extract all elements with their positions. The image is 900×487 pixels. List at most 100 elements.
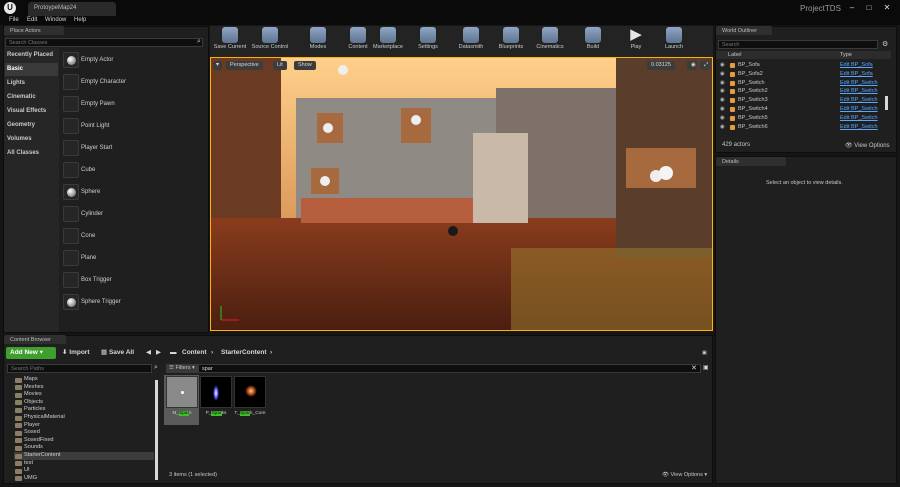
category-volumes[interactable]: Volumes [5,133,58,146]
details-tab[interactable]: Details [716,157,786,166]
actor-plane[interactable]: Plane [59,248,208,270]
folder-scrollbar[interactable] [155,380,158,480]
blueprints-button[interactable]: Blueprints [491,26,531,57]
folder-item[interactable]: Player [14,422,154,430]
outliner-row-type[interactable]: Edit BP_Switch [840,105,878,114]
outliner-row[interactable]: ◉ BP_Switch4 Edit BP_Switch [716,105,891,114]
outliner-row-type[interactable]: Edit BP_Switch [840,114,878,123]
visibility-eye-icon[interactable]: ◉ [720,61,725,70]
category-lights[interactable]: Lights [5,77,58,90]
visibility-eye-icon[interactable]: ◉ [720,70,725,79]
outliner-row-type[interactable]: Edit BP_Switch [840,123,878,132]
folder-item[interactable]: StarterContent [14,452,154,460]
viewport-menu-button[interactable]: ▾ [213,61,222,70]
minimize-icon[interactable]: – [845,3,859,13]
level-tab[interactable]: ProtoypeMap24 [28,2,116,16]
actor-cylinder[interactable]: Cylinder [59,204,208,226]
category-all-classes[interactable]: All Classes [5,147,58,160]
add-new-button[interactable]: Add New ▾ [6,347,56,359]
show-button[interactable]: Show [294,61,316,70]
modes-button[interactable]: Modes [298,26,338,57]
launch-button[interactable]: Launch [654,26,694,57]
marketplace-button[interactable]: Marketplace [368,26,408,57]
actor-point-light[interactable]: Point Light [59,116,208,138]
outliner-row-type[interactable]: Edit BP_Switch [840,87,878,96]
lit-button[interactable]: Lit [273,61,287,70]
search-paths-input[interactable]: Search Paths [7,364,152,373]
breadcrumb-arrow-icon[interactable]: › [270,347,272,359]
outliner-row[interactable]: ◉ BP_Switch5 Edit BP_Switch [716,114,891,123]
forward-arrow-icon[interactable]: ▶ [156,347,161,359]
content-browser-tab[interactable]: Content Browser [4,335,66,344]
asset-thumbnail-particle[interactable] [200,376,232,408]
category-cinematic[interactable]: Cinematic [5,91,58,104]
asset-thumbnail-material[interactable] [166,376,198,408]
folder-item[interactable]: PhysicalMaterial [14,414,154,422]
outliner-row-type[interactable]: Edit BP_Sofa [840,61,873,70]
datasmith-button[interactable]: Datasmith [451,26,491,57]
col-type[interactable]: Type [840,51,852,59]
visibility-eye-icon[interactable]: ◉ [720,123,725,132]
camera-speed-icon[interactable]: ◉ [687,61,697,70]
outliner-settings-icon[interactable]: ⚙ [882,40,888,48]
menu-help[interactable]: Help [74,16,86,25]
actor-sphere-trigger[interactable]: Sphere Trigger [59,292,208,314]
actor-box-trigger[interactable]: Box Trigger [59,270,208,292]
folder-item[interactable]: Meshes [14,384,154,392]
category-basic[interactable]: Basic [5,63,58,76]
folder-item[interactable]: SosedFixed [14,437,154,445]
breadcrumb-starter-content[interactable]: StarterContent [221,347,267,359]
build-button[interactable]: Build [573,26,613,57]
world-outliner-tab[interactable]: World Outliner [716,26,772,35]
folder-item[interactable]: Objects [14,399,154,407]
menu-file[interactable]: File [9,16,19,25]
folder-item[interactable]: Sosed [14,429,154,437]
menu-window[interactable]: Window [45,16,66,25]
folder-item[interactable]: UI [14,467,154,475]
outliner-row-type[interactable]: Edit BP_Sofa [840,70,873,79]
folder-item[interactable]: UMG [14,475,154,483]
outliner-scrollbar[interactable] [885,96,888,110]
folder-item[interactable]: Sounds [14,444,154,452]
filters-button[interactable]: ☰ Filters ▾ [166,364,198,373]
perspective-button[interactable]: Perspective [226,61,263,70]
source-control-button[interactable]: Source Control [250,26,290,57]
outliner-view-options[interactable]: 👁 View Options [845,142,890,149]
close-icon[interactable]: ✕ [880,3,894,13]
save-current-button[interactable]: Save Current [210,26,250,57]
maximize-viewport-icon[interactable]: ⤢ [700,61,710,70]
folder-item[interactable]: Movies [14,391,154,399]
outliner-row[interactable]: ◉ BP_Sofa2 Edit BP_Sofa [716,70,891,79]
visibility-eye-icon[interactable]: ◉ [720,114,725,123]
actor-sphere[interactable]: Sphere [59,182,208,204]
play-button[interactable]: ▶ Play [616,26,656,57]
visibility-eye-icon[interactable]: ◉ [720,96,725,105]
category-recently-placed[interactable]: Recently Placed [5,49,58,62]
breadcrumb-content[interactable]: Content [182,347,207,359]
place-actors-tab[interactable]: Place Actors [4,26,64,35]
outliner-search-input[interactable]: Search [718,40,878,49]
clear-search-icon[interactable]: ✕ [691,364,697,372]
import-button[interactable]: ⬇ Import [62,347,90,359]
back-arrow-icon[interactable]: ◀ [146,347,151,359]
outliner-row[interactable]: ◉ BP_Switch3 Edit BP_Switch [716,96,891,105]
actor-cone[interactable]: Cone [59,226,208,248]
outliner-row-type[interactable]: Edit BP_Switch [840,79,878,88]
actor-player-start[interactable]: Player Start [59,138,208,160]
folder-item[interactable]: Maps [14,376,154,384]
maximize-icon[interactable]: □ [862,3,876,13]
category-visual-effects[interactable]: Visual Effects [5,105,58,118]
cinematics-button[interactable]: Cinematics [530,26,570,57]
settings-button[interactable]: Settings [408,26,448,57]
category-geometry[interactable]: Geometry [5,119,58,132]
outliner-row[interactable]: ◉ BP_Sofa Edit BP_Sofa [716,61,891,70]
outliner-row-type[interactable]: Edit BP_Switch [840,96,878,105]
actor-cube[interactable]: Cube [59,160,208,182]
search-classes-input[interactable]: Search Classes [5,38,203,47]
save-all-button[interactable]: ▦ Save All [101,347,134,359]
outliner-row[interactable]: ◉ BP_Switch2 Edit BP_Switch [716,87,891,96]
visibility-eye-icon[interactable]: ◉ [720,79,725,88]
outliner-row[interactable]: ◉ BP_Switch6 Edit BP_Switch [716,123,891,132]
grid-snap-value[interactable]: 0.03125 [647,61,675,70]
folder-item[interactable]: Particles [14,406,154,414]
